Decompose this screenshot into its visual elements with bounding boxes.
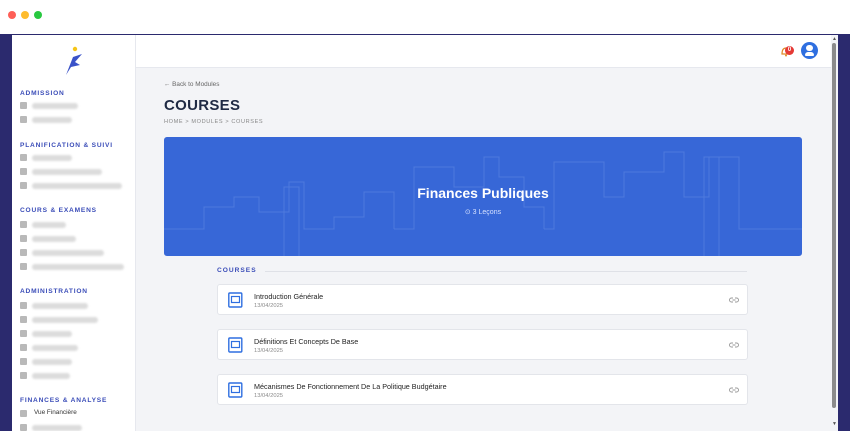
sidebar: ADMISSION PLANIFICATION & SUIVI COURS & … — [12, 35, 136, 431]
top-bar: 0 — [136, 35, 838, 68]
file-icon — [20, 102, 27, 109]
document-icon — [20, 116, 27, 123]
scroll-down-icon[interactable]: ▼ — [832, 421, 837, 427]
window-titlebar — [0, 0, 850, 34]
page-scrollbar[interactable]: ▲ ▼ — [831, 35, 838, 431]
scrollbar-thumb[interactable] — [832, 43, 836, 408]
sidebar-item[interactable] — [20, 315, 130, 325]
link-icon[interactable] — [729, 341, 739, 349]
pen-icon — [20, 263, 27, 270]
sidebar-item[interactable] — [20, 371, 130, 381]
course-title: Mécanismes De Fonctionnement De La Polit… — [254, 382, 447, 391]
close-window-button[interactable] — [8, 11, 16, 19]
chart-icon — [20, 424, 27, 431]
breadcrumb: HOME > MODULES > COURSES — [164, 119, 264, 125]
course-date: 13/04/2025 — [254, 393, 284, 399]
module-title: Finances Publiques — [417, 185, 549, 201]
course-date: 13/04/2025 — [254, 303, 284, 309]
chart-icon — [20, 182, 27, 189]
chart-icon — [20, 358, 27, 365]
lesson-icon — [228, 292, 243, 308]
minimize-window-button[interactable] — [21, 11, 29, 19]
lesson-icon — [228, 337, 243, 353]
course-title: Définitions Et Concepts De Base — [254, 337, 359, 346]
sidebar-item[interactable] — [20, 262, 130, 272]
sidebar-item[interactable] — [20, 343, 130, 353]
sidebar-item[interactable] — [20, 115, 130, 125]
module-hero-banner: Finances Publiques ⊙ 3 Leçons — [164, 137, 802, 256]
sidebar-item[interactable] — [20, 181, 130, 191]
gear-icon — [20, 235, 27, 242]
page-title: COURSES — [164, 97, 241, 114]
sidebar-item[interactable] — [20, 167, 130, 177]
user-icon — [20, 302, 27, 309]
sidebar-item[interactable] — [20, 101, 130, 111]
section-divider — [265, 271, 747, 272]
sidebar-item[interactable] — [20, 234, 130, 244]
sidebar-item[interactable] — [20, 329, 130, 339]
sidebar-section-admission: ADMISSION — [20, 90, 65, 97]
user-icon — [20, 330, 27, 337]
app-window: ADMISSION PLANIFICATION & SUIVI COURS & … — [12, 35, 838, 431]
sidebar-section-finances: FINANCES & ANALYSE — [20, 397, 108, 404]
calendar-icon — [20, 154, 27, 161]
sidebar-item[interactable] — [20, 301, 130, 311]
book-icon — [20, 221, 27, 228]
sidebar-item[interactable] — [20, 248, 130, 258]
sidebar-item[interactable] — [20, 357, 130, 367]
course-card[interactable]: Définitions Et Concepts De Base 13/04/20… — [217, 329, 748, 360]
users-icon — [20, 344, 27, 351]
sidebar-section-administration: ADMINISTRATION — [20, 288, 88, 295]
link-icon[interactable] — [729, 296, 739, 304]
money-icon — [20, 410, 27, 417]
link-icon[interactable] — [729, 386, 739, 394]
maximize-window-button[interactable] — [34, 11, 42, 19]
course-date: 13/04/2025 — [254, 348, 284, 354]
lesson-icon — [228, 382, 243, 398]
lessons-count: ⊙ 3 Leçons — [464, 209, 502, 216]
pen-icon — [20, 249, 27, 256]
building-icon — [20, 372, 27, 379]
sidebar-item[interactable] — [20, 220, 130, 230]
scroll-up-icon[interactable]: ▲ — [832, 36, 837, 42]
user-icon — [806, 45, 813, 51]
list-icon — [20, 316, 27, 323]
sidebar-item-vue-financiere[interactable]: Vue Financière — [20, 409, 130, 419]
sidebar-item[interactable] — [20, 153, 130, 163]
sidebar-section-cours: COURS & EXAMENS — [20, 207, 97, 214]
sidebar-item-label: Vue Financière — [34, 409, 77, 416]
user-avatar-button[interactable] — [801, 42, 818, 59]
back-to-modules-link[interactable]: ← Back to Modules — [164, 81, 219, 88]
calendar-icon — [20, 168, 27, 175]
course-title: Introduction Générale — [254, 292, 324, 301]
course-card[interactable]: Mécanismes De Fonctionnement De La Polit… — [217, 374, 748, 405]
sidebar-item[interactable] — [20, 423, 130, 431]
course-card[interactable]: Introduction Générale 13/04/2025 — [217, 284, 748, 315]
sidebar-section-planification: PLANIFICATION & SUIVI — [20, 142, 113, 149]
logo — [66, 46, 82, 75]
courses-section-label: COURSES — [217, 267, 257, 274]
notification-badge: 0 — [785, 46, 794, 55]
